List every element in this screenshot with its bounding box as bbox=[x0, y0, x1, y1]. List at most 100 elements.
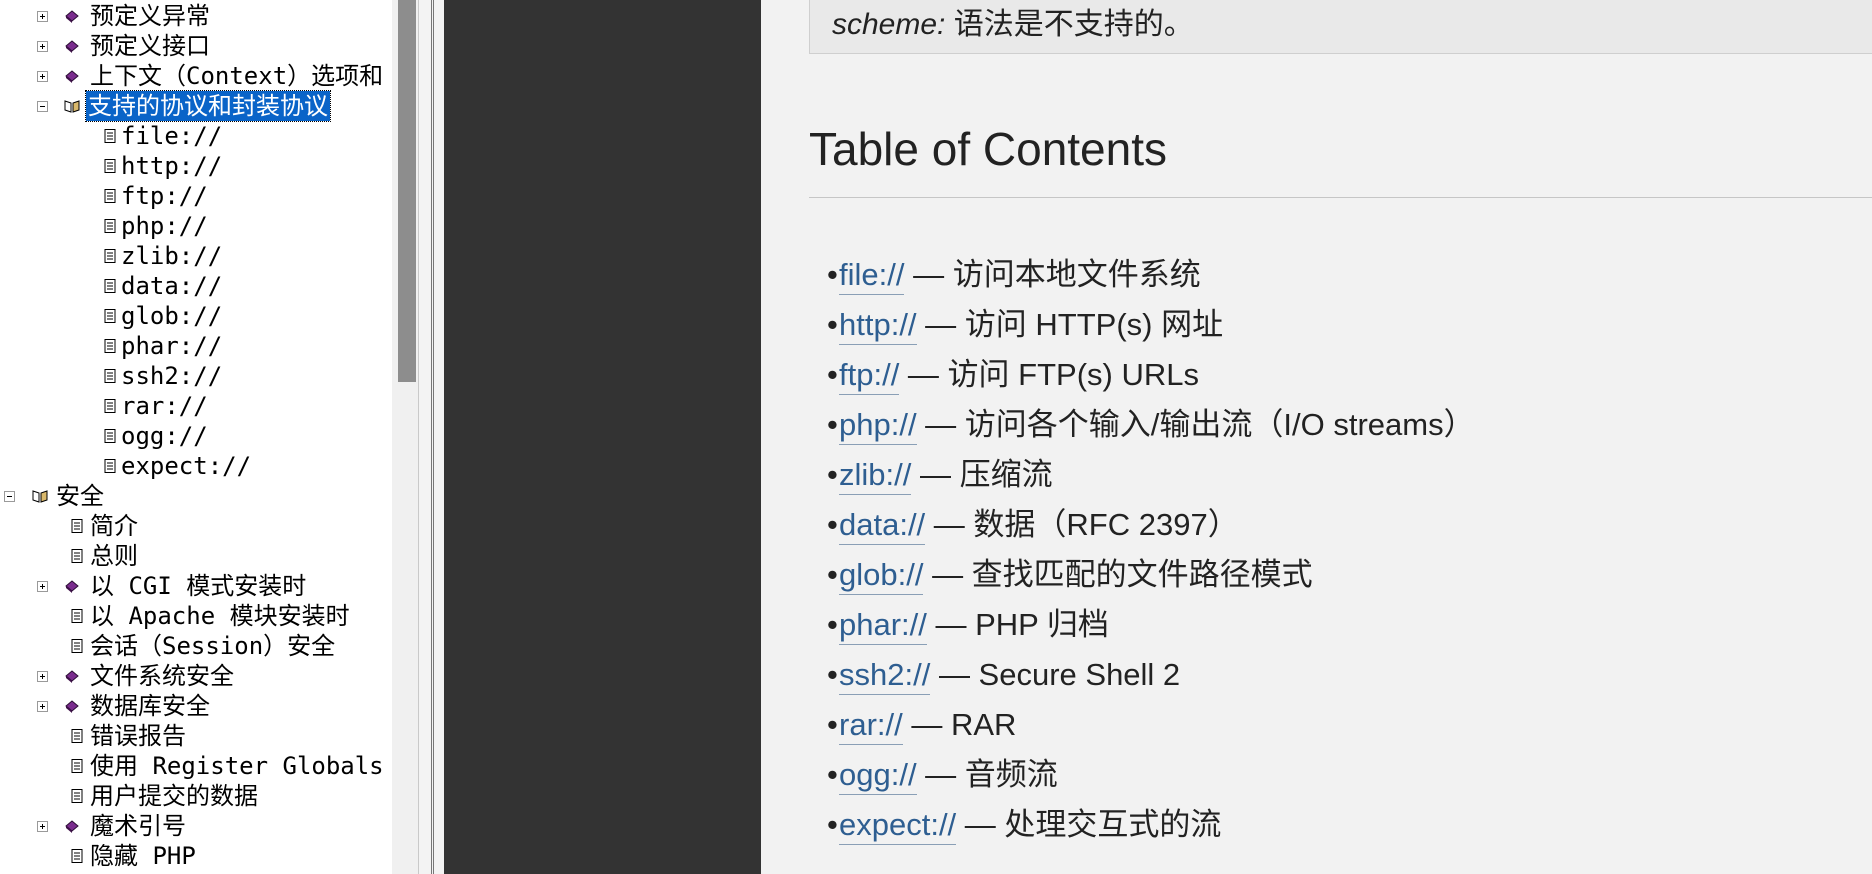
bullet-icon: • bbox=[827, 557, 838, 592]
page-icon bbox=[104, 129, 116, 143]
tree-leaf-label[interactable]: 以 Apache 模块安装时 bbox=[88, 601, 352, 631]
toc-item: • ogg:// — 音频流 bbox=[827, 750, 1475, 800]
tree-leaf-label[interactable]: 用户提交的数据 bbox=[88, 781, 260, 811]
toc-link[interactable]: php:// bbox=[839, 407, 917, 445]
tree-leaf-label[interactable]: php:// bbox=[119, 211, 210, 241]
toc-link[interactable]: phar:// bbox=[839, 607, 927, 645]
note-text: scheme: 语法是不支持的。 bbox=[832, 0, 1194, 43]
tree-leaf-label[interactable]: ogg:// bbox=[119, 421, 210, 451]
tree-leaf-label[interactable]: data:// bbox=[119, 271, 224, 301]
expand-toggle-icon[interactable] bbox=[37, 11, 48, 22]
tree-leaf-label[interactable]: rar:// bbox=[119, 391, 210, 421]
closed-book-icon bbox=[65, 580, 79, 593]
toc-description: — 数据（RFC 2397） bbox=[925, 507, 1239, 542]
toc-item: • rar:// — RAR bbox=[827, 700, 1475, 750]
toc-description: — 查找匹配的文件路径模式 bbox=[923, 557, 1313, 592]
tree-leaf-label[interactable]: ftp:// bbox=[119, 181, 210, 211]
toc-item: • data:// — 数据（RFC 2397） bbox=[827, 500, 1475, 550]
toc-link[interactable]: rar:// bbox=[839, 707, 903, 745]
tree-leaf-label[interactable]: 总则 bbox=[88, 541, 140, 571]
expand-toggle-icon[interactable] bbox=[37, 71, 48, 82]
tree-leaf-label[interactable]: 隐藏 PHP bbox=[88, 841, 198, 871]
tree-leaf-label[interactable]: ssh2:// bbox=[119, 361, 224, 391]
page-icon bbox=[104, 369, 116, 383]
collapse-toggle-icon[interactable] bbox=[4, 491, 15, 502]
tree-node-label[interactable]: 支持的协议和封装协议 bbox=[85, 90, 331, 122]
page-icon bbox=[71, 549, 83, 563]
toc-item: • ftp:// — 访问 FTP(s) URLs bbox=[827, 350, 1475, 400]
bullet-icon: • bbox=[827, 707, 838, 742]
tree-leaf-label[interactable]: http:// bbox=[119, 151, 224, 181]
toc-link[interactable]: file:// bbox=[839, 257, 905, 295]
tree-node-label[interactable]: 预定义接口 bbox=[88, 31, 212, 61]
toc-item: • ssh2:// — Secure Shell 2 bbox=[827, 650, 1475, 700]
toc-link[interactable]: glob:// bbox=[839, 557, 924, 595]
tree-leaf-label[interactable]: zlib:// bbox=[119, 241, 224, 271]
toc-description: — RAR bbox=[902, 707, 1017, 742]
toc-description: — PHP 归档 bbox=[926, 607, 1109, 642]
page-icon bbox=[104, 339, 116, 353]
expand-toggle-icon[interactable] bbox=[37, 701, 48, 712]
tree-node-label[interactable]: 文件系统安全 bbox=[88, 661, 236, 691]
splitter-grip[interactable] bbox=[431, 0, 434, 874]
open-book-icon bbox=[32, 490, 48, 503]
page-icon bbox=[104, 459, 116, 473]
pane-splitter[interactable] bbox=[418, 0, 444, 874]
toc-description: — 访问 HTTP(s) 网址 bbox=[916, 307, 1224, 342]
bullet-icon: • bbox=[827, 607, 838, 642]
page-icon bbox=[104, 309, 116, 323]
toc-description: — 处理交互式的流 bbox=[956, 807, 1222, 842]
bullet-icon: • bbox=[827, 507, 838, 542]
tree-node-label[interactable]: 预定义异常 bbox=[88, 1, 212, 31]
bullet-icon: • bbox=[827, 457, 838, 492]
closed-book-icon bbox=[65, 820, 79, 833]
page-icon bbox=[71, 519, 83, 533]
expand-toggle-icon[interactable] bbox=[37, 581, 48, 592]
tree-node-label[interactable]: 上下文（Context）选项和 bbox=[88, 61, 385, 91]
toc-item: • glob:// — 查找匹配的文件路径模式 bbox=[827, 550, 1475, 600]
tree-node-label[interactable]: 数据库安全 bbox=[88, 691, 212, 721]
toc-link[interactable]: ssh2:// bbox=[839, 657, 931, 695]
toc-item: • phar:// — PHP 归档 bbox=[827, 600, 1475, 650]
tree-leaf-label[interactable]: file:// bbox=[119, 121, 224, 151]
tree-leaf-label[interactable]: 会话（Session）安全 bbox=[88, 631, 337, 661]
expand-toggle-icon[interactable] bbox=[37, 41, 48, 52]
toc-link[interactable]: zlib:// bbox=[839, 457, 912, 495]
toc-item: • file:// — 访问本地文件系统 bbox=[827, 250, 1475, 300]
toc-link[interactable]: http:// bbox=[839, 307, 917, 345]
expand-toggle-icon[interactable] bbox=[37, 821, 48, 832]
tree-leaf-label[interactable]: 简介 bbox=[88, 511, 140, 541]
tree-leaf-label[interactable]: 错误报告 bbox=[88, 721, 188, 751]
page-icon bbox=[71, 639, 83, 653]
toc-link[interactable]: data:// bbox=[839, 507, 926, 545]
toc-description: — 访问各个输入/输出流（I/O streams） bbox=[916, 407, 1475, 442]
title-divider bbox=[809, 197, 1872, 198]
toc-link[interactable]: expect:// bbox=[839, 807, 957, 845]
bullet-icon: • bbox=[827, 307, 838, 342]
toc-link[interactable]: ftp:// bbox=[839, 357, 900, 395]
note-scheme: scheme: bbox=[832, 8, 946, 41]
page-icon bbox=[71, 789, 83, 803]
page-icon bbox=[71, 729, 83, 743]
tree-node-label[interactable]: 安全 bbox=[54, 481, 106, 511]
tree-scrollbar-thumb[interactable] bbox=[398, 0, 416, 382]
tree-node-label[interactable]: 魔术引号 bbox=[88, 811, 188, 841]
toc-description: — 音频流 bbox=[916, 757, 1058, 792]
content-left-gutter bbox=[444, 0, 761, 874]
tree-leaf-label[interactable]: expect:// bbox=[119, 451, 253, 481]
tree-leaf-label[interactable]: phar:// bbox=[119, 331, 224, 361]
closed-book-icon bbox=[65, 700, 79, 713]
note-box: scheme: 语法是不支持的。 bbox=[809, 0, 1872, 54]
content-pane: scheme: 语法是不支持的。 Table of Contents • file… bbox=[761, 0, 1872, 874]
tree-leaf-label[interactable]: 使用 Register Globals bbox=[88, 751, 386, 781]
page-icon bbox=[71, 849, 83, 863]
toc-description: — 压缩流 bbox=[911, 457, 1053, 492]
toc-link[interactable]: ogg:// bbox=[839, 757, 917, 795]
tree-node-label[interactable]: 以 CGI 模式安装时 bbox=[88, 571, 308, 601]
toc-description: — 访问本地文件系统 bbox=[904, 257, 1201, 292]
tree-leaf-label[interactable]: glob:// bbox=[119, 301, 224, 331]
page-icon bbox=[104, 399, 116, 413]
bullet-icon: • bbox=[827, 807, 838, 842]
expand-toggle-icon[interactable] bbox=[37, 671, 48, 682]
collapse-toggle-icon[interactable] bbox=[37, 101, 48, 112]
